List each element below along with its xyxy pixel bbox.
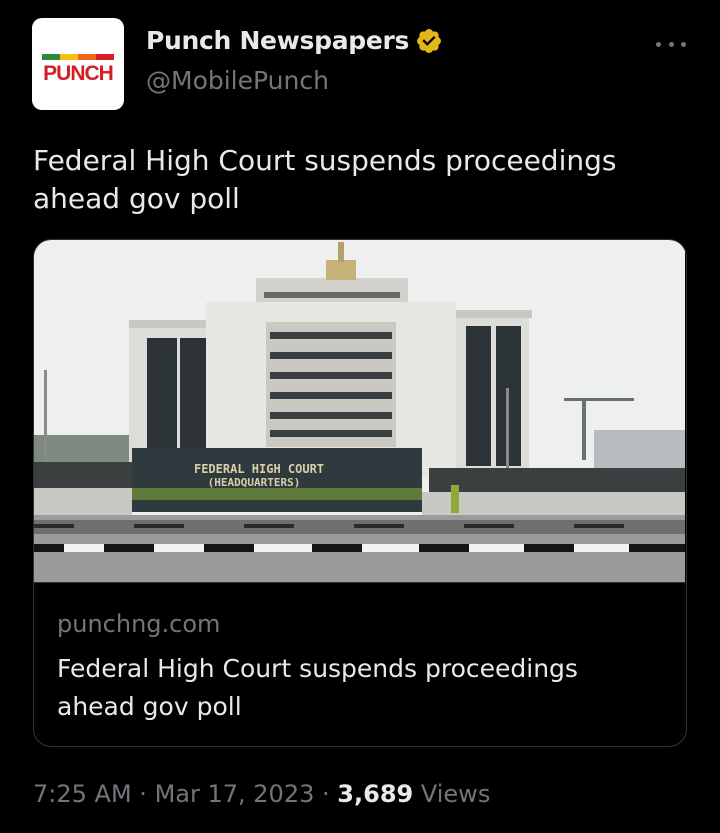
views-count: 3,689 (337, 780, 414, 808)
more-options-icon[interactable] (656, 34, 686, 54)
meta-separator: · (139, 780, 147, 808)
tweet-meta: 7:25 AM · Mar 17, 2023 · 3,689 Views (33, 780, 490, 808)
tweet-date[interactable]: Mar 17, 2023 (155, 780, 315, 808)
avatar[interactable]: PUNCH (32, 18, 124, 110)
court-sign-line2: (HEADQUARTERS) (208, 476, 301, 489)
link-preview-card[interactable]: FEDERAL HIGH COURT (HEADQUARTERS) punchn… (33, 239, 687, 747)
tweet-time[interactable]: 7:25 AM (33, 780, 132, 808)
tweet-detail: PUNCH Punch Newspapers @MobilePunch Fede… (0, 0, 720, 833)
verified-badge-icon (417, 28, 442, 53)
tweet-text: Federal High Court suspends proceedings … (33, 144, 617, 215)
author-name-row: Punch Newspapers (146, 26, 443, 55)
author-display-name[interactable]: Punch Newspapers (146, 26, 409, 55)
meta-separator: · (322, 780, 330, 808)
link-domain: punchng.com (57, 610, 221, 638)
punch-logo-stripe (42, 54, 114, 60)
court-building-image: FEDERAL HIGH COURT (HEADQUARTERS) (34, 240, 685, 583)
court-sign-line1: FEDERAL HIGH COURT (194, 462, 324, 476)
link-title: Federal High Court suspends proceedings … (57, 654, 578, 721)
author-handle[interactable]: @MobilePunch (146, 66, 329, 95)
views-label: Views (420, 780, 491, 808)
punch-logo-text: PUNCH (43, 62, 114, 85)
